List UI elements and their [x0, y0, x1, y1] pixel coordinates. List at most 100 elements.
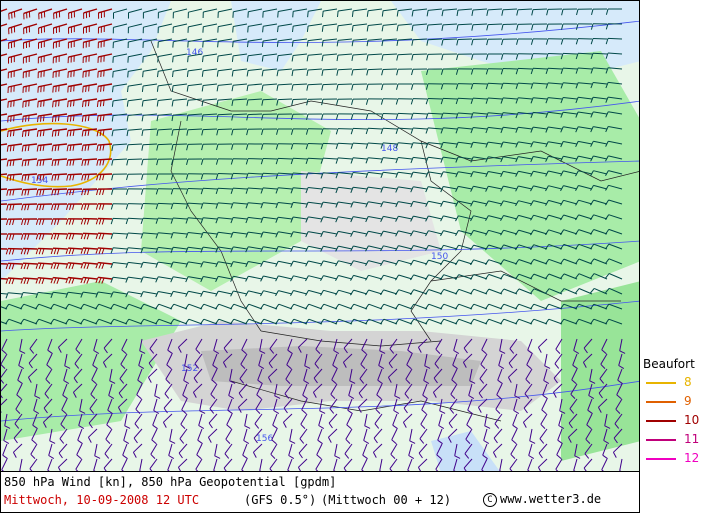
wind-barb — [487, 82, 503, 85]
legend-swatch — [646, 439, 676, 441]
wind-barb — [82, 247, 98, 250]
wind-barb — [322, 142, 338, 145]
wind-barb-feather — [52, 115, 54, 123]
wind-barb — [412, 112, 428, 115]
wind-barb — [562, 52, 578, 55]
wind-barb-feather — [97, 86, 99, 93]
wind-barb-feather — [261, 40, 264, 47]
wind-barb-feather — [67, 101, 69, 108]
wind-barb-feather — [172, 56, 174, 63]
wind-barb — [337, 83, 353, 85]
wind-barb-feather — [85, 100, 87, 107]
wind-barb — [307, 143, 323, 145]
wind-barb-feather — [337, 10, 339, 18]
wind-barb-feather — [7, 116, 9, 123]
legend-swatch — [646, 382, 676, 384]
copyright-link[interactable]: www.wetter3.de — [500, 492, 601, 506]
wind-barb — [202, 128, 218, 131]
wind-barb — [97, 232, 113, 235]
wind-barb — [367, 127, 383, 130]
wind-barb-feather — [52, 86, 54, 93]
wind-barb-feather — [141, 85, 144, 92]
wind-barb-feather — [73, 100, 75, 107]
wind-barb-feather — [202, 41, 204, 48]
wind-barb — [607, 37, 623, 40]
wind-barb-feather — [40, 115, 42, 122]
wind-barb-feather — [172, 41, 174, 48]
wind-barb — [277, 157, 293, 160]
wind-barb — [172, 202, 188, 205]
wind-barb-feather — [127, 86, 129, 93]
wind-barb — [1, 263, 8, 265]
wind-barb — [217, 128, 233, 130]
wind-barb — [472, 83, 488, 85]
wind-barb — [7, 188, 23, 191]
wind-barb-feather — [276, 40, 279, 47]
wind-barb — [382, 68, 398, 70]
wind-barb — [502, 68, 518, 70]
wind-barb — [352, 127, 368, 130]
wind-barb — [142, 203, 158, 205]
wind-barb — [262, 98, 278, 101]
wind-barb-feather — [216, 55, 219, 63]
wind-barb — [202, 187, 218, 190]
wind-barb-feather — [70, 85, 72, 93]
legend-item-10: 10 — [644, 413, 704, 427]
wind-barb — [67, 247, 83, 250]
wind-barb — [532, 67, 548, 70]
wind-barb-feather — [85, 85, 87, 92]
wind-barb-feather — [102, 100, 105, 107]
wind-barb — [67, 158, 83, 161]
footer-title: 850 hPa Wind [kn], 850 hPa Geopotential … — [4, 475, 337, 489]
legend-item-9: 9 — [644, 394, 704, 408]
wind-barb-feather — [96, 100, 99, 108]
wind-barb — [427, 38, 443, 41]
wind-barb-feather — [172, 71, 174, 78]
legend-value: 8 — [684, 375, 692, 389]
wind-barb-feather — [25, 100, 27, 108]
wind-barb — [37, 173, 53, 176]
wind-barb — [457, 97, 473, 100]
wind-barb — [37, 247, 53, 250]
weather-map: 146 148 150 152 154 156 — [0, 0, 640, 472]
wind-barb-feather — [9, 130, 12, 137]
wind-barb — [517, 8, 533, 11]
wind-barb-feather — [52, 101, 54, 108]
wind-barb-feather — [111, 100, 114, 107]
footer-copyright[interactable]: Cwww.wetter3.de — [483, 492, 601, 507]
wind-barb-feather — [112, 71, 114, 78]
wind-barb — [157, 202, 173, 205]
wind-barb-feather — [99, 100, 102, 107]
wind-barb — [577, 52, 593, 55]
wind-barb — [427, 98, 443, 100]
wind-barb — [262, 158, 278, 160]
wind-barb-feather — [232, 41, 234, 48]
wind-barb-feather — [187, 56, 189, 63]
wind-barb-feather — [24, 130, 27, 137]
wind-barb-feather — [88, 85, 90, 92]
wind-barb-feather — [7, 131, 9, 138]
wind-barb-feather — [58, 100, 60, 107]
wind-barb — [247, 172, 263, 175]
wind-barb — [247, 113, 263, 116]
wind-barb-feather — [247, 26, 249, 33]
wind-barb-feather — [43, 100, 45, 107]
legend-value: 10 — [684, 413, 700, 427]
wind-barb-feather — [42, 115, 45, 122]
wind-barb-feather — [82, 86, 84, 93]
wind-barb — [97, 217, 113, 220]
wind-barb — [52, 188, 68, 191]
wind-barb — [232, 113, 248, 116]
map-canvas: 146 148 150 152 154 156 — [1, 1, 639, 471]
wind-barb-feather — [21, 130, 24, 137]
wind-barb-feather — [82, 101, 84, 108]
wind-barb — [307, 83, 323, 86]
legend-item-12: 12 — [644, 451, 704, 465]
wind-barb — [397, 112, 413, 115]
wind-barb-feather — [157, 71, 159, 78]
wind-barb-feather — [247, 41, 249, 48]
wind-barb-feather — [69, 115, 72, 122]
legend-swatch — [646, 401, 676, 403]
wind-barb — [22, 188, 38, 191]
wind-barb-feather — [231, 55, 234, 62]
